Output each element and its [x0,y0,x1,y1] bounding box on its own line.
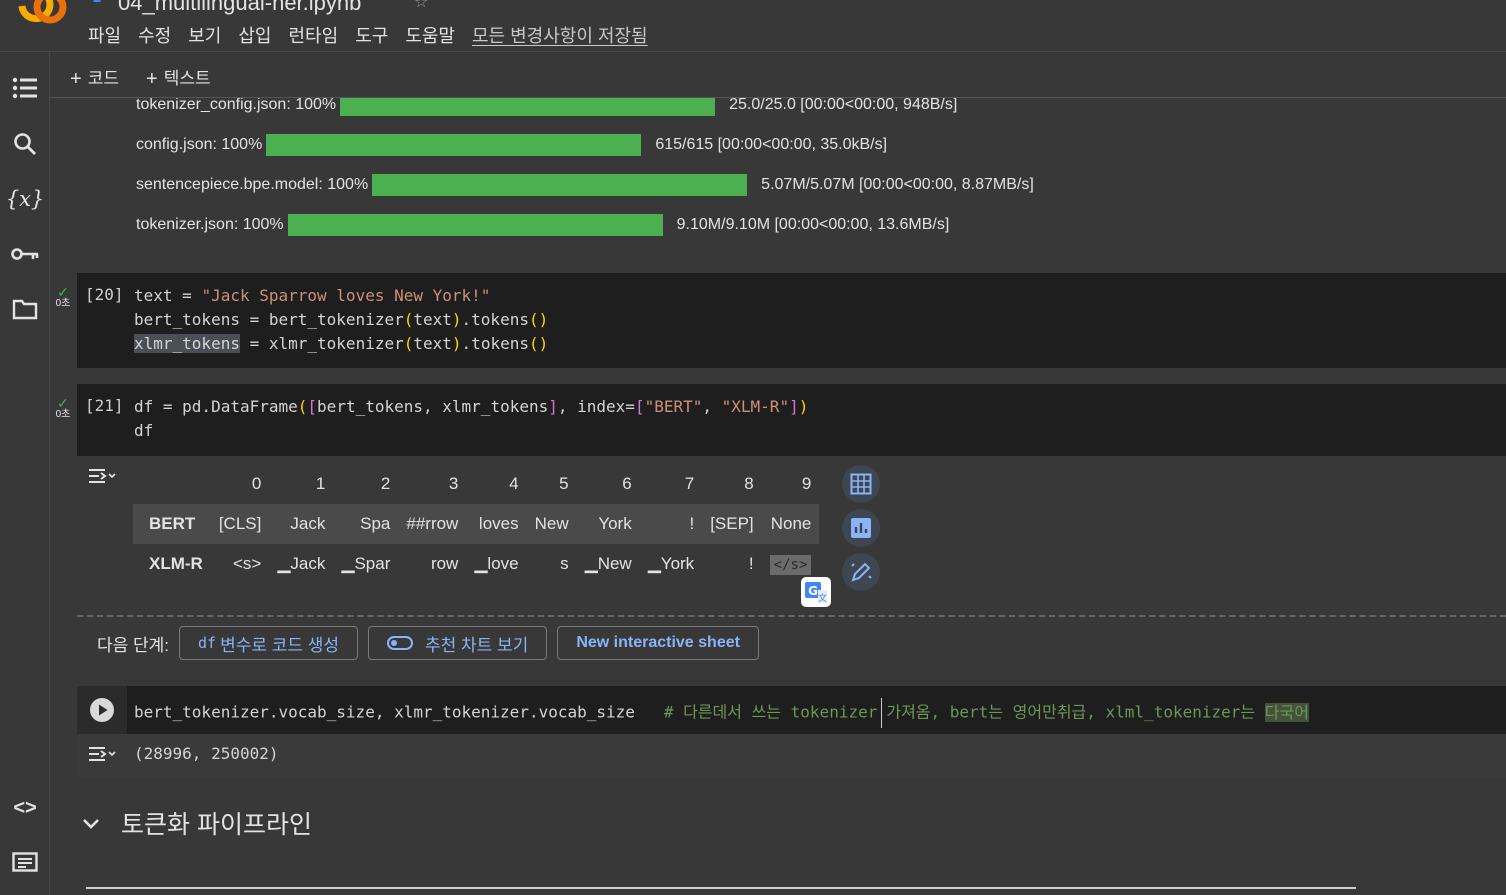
dataframe-table: 0 1 2 3 4 5 6 7 8 9 BERT [CLS] Jack Spa … [133,464,820,584]
menu-bar: 파일 수정 보기 삽입 런타임 도구 도움말 모든 변경사항이 저장됨 [88,22,648,48]
output-toggle-icon[interactable] [87,464,117,490]
plus-icon: + [146,68,158,90]
notebook-content[interactable]: tokenizer_config.json: 100% 25.0/25.0 [0… [50,98,1506,895]
code-cell[interactable]: [21] df = pd.DataFrame([bert_tokens, xlm… [77,384,1506,456]
menu-help[interactable]: 도움말 [405,22,455,48]
translate-icon[interactable]: G 文 [800,576,832,608]
progress-row: config.json: 100% 615/615 [00:00<00:00, … [136,133,887,157]
menu-insert[interactable]: 삽입 [238,22,271,48]
new-interactive-sheet-button[interactable]: New interactive sheet [557,626,759,660]
toc-icon[interactable] [0,66,50,110]
menu-tools[interactable]: 도구 [355,22,388,48]
progress-fill [340,98,716,116]
view-recommended-plots-button[interactable]: 추천 차트 보기 [368,626,548,660]
divider [77,615,1506,617]
notebook-toolbar: + 코드 + 텍스트 [50,52,1506,98]
progress-bar [287,214,663,236]
save-status[interactable]: 모든 변경사항이 저장됨 [472,22,648,48]
code-cell[interactable]: bert_tokenizer.vocab_size, xlmr_tokenize… [77,686,1506,778]
run-cell-button[interactable] [77,686,127,734]
menu-view[interactable]: 보기 [188,22,221,48]
progress-row: sentencepiece.bpe.model: 100% 5.07M/5.07… [136,173,1034,197]
menu-runtime[interactable]: 런타임 [289,22,339,48]
add-text-button[interactable]: + 텍스트 [146,64,211,90]
code-editor[interactable]: df = pd.DataFrame([bert_tokens, xlmr_tok… [134,395,808,443]
cell-status: ✓ 0초 [52,284,74,310]
app-header: 04_multilingual-ner.ipynb ☆ 파일 수정 보기 삽입 … [0,0,1506,52]
progress-fill [266,134,642,156]
cell-output: 0 1 2 3 4 5 6 7 8 9 BERT [CLS] Jack Spa … [77,456,1506,618]
table-row: BERT [CLS] Jack Spa ##rrow loves New Yor… [133,504,820,544]
magic-pencil-icon [851,562,872,582]
progress-row: tokenizer_config.json: 100% 25.0/25.0 [0… [136,98,957,117]
code-cell[interactable]: [20] text = "Jack Sparrow loves New York… [77,273,1506,368]
secrets-key-icon[interactable] [0,232,50,276]
check-icon: ✓ [57,284,69,300]
section-heading[interactable]: 토큰화 파이프라인 [77,803,312,843]
suggest-charts-button[interactable] [842,509,880,547]
code-editor[interactable]: bert_tokenizer.vocab_size, xlmr_tokenize… [134,698,1309,728]
code-snippets-icon[interactable]: <> [0,786,50,830]
progress-bar [372,174,748,196]
chevron-down-icon[interactable] [81,816,101,830]
cell-status: ✓ 0초 [52,395,74,421]
progress-row: tokenizer.json: 100% 9.10M/9.10M [00:00<… [136,213,949,237]
play-icon [90,698,114,722]
cell-output-text: (28996, 250002) [134,744,279,763]
generate-code-with-df-button[interactable]: df 변수로 코드 생성 [179,626,359,660]
left-sidebar: {x} <> [0,52,50,895]
add-code-button[interactable]: + 코드 [70,64,119,90]
table-icon [850,473,872,495]
search-icon[interactable] [0,122,50,166]
next-steps-bar: 다음 단계: df 변수로 코드 생성 추천 차트 보기 New interact… [97,626,769,660]
execution-count: [21] [85,396,124,415]
terminal-icon[interactable] [0,840,50,884]
text-cursor [881,698,883,728]
output-toggle-icon[interactable] [87,742,117,768]
variables-icon[interactable]: {x} [0,177,50,221]
drive-icon [93,0,101,2]
execution-count: [20] [85,285,124,304]
svg-text:G: G [808,584,818,598]
menu-edit[interactable]: 수정 [138,22,171,48]
table-row: XLM-R <s> ▁Jack ▁Spar row ▁love s ▁New ▁… [133,544,819,584]
check-icon: ✓ [57,395,69,411]
progress-bar [340,98,716,116]
plus-icon: + [70,68,82,90]
next-steps-label: 다음 단계: [97,635,170,655]
bar-chart-icon [851,518,871,538]
code-editor[interactable]: text = "Jack Sparrow loves New York!" be… [134,284,548,356]
notebook-title[interactable]: 04_multilingual-ner.ipynb [118,0,361,16]
star-icon[interactable]: ☆ [414,0,428,12]
svg-text:文: 文 [818,592,827,604]
convert-to-table-button[interactable] [842,465,880,503]
progress-fill [287,214,663,236]
toggle-icon [387,636,414,650]
divider [86,887,1356,889]
menu-file[interactable]: 파일 [88,22,121,48]
generate-code-button[interactable] [842,553,880,591]
section-title: 토큰화 파이프라인 [121,811,312,839]
table-header-row: 0 1 2 3 4 5 6 7 8 9 [251,474,812,493]
code-editor-area[interactable]: bert_tokenizer.vocab_size, xlmr_tokenize… [77,686,1506,734]
progress-bar [266,134,642,156]
folder-icon[interactable] [0,287,50,331]
colab-logo[interactable] [16,0,74,24]
progress-fill [372,174,748,196]
